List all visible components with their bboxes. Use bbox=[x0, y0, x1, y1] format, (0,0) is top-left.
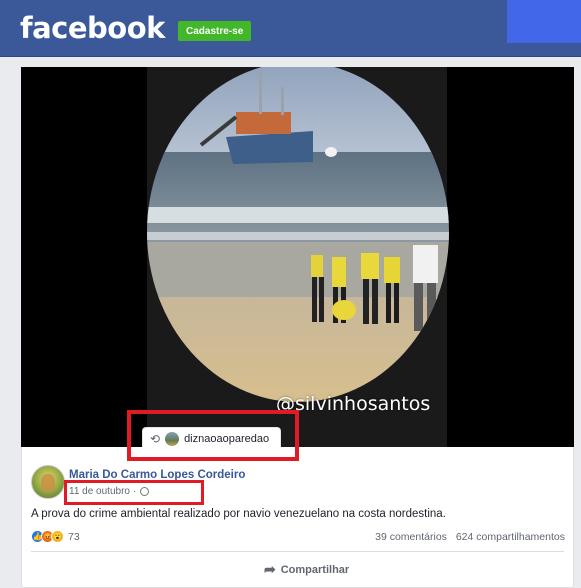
comments-count[interactable]: 39 comentários bbox=[375, 531, 447, 543]
highlight-box-date bbox=[64, 480, 204, 505]
reaction-count: 73 bbox=[68, 530, 80, 543]
post-text: A prova do crime ambiental realizado por… bbox=[31, 508, 446, 520]
video-player[interactable]: @silvinhosantos ⟲ diznaoaoparedao bbox=[21, 67, 574, 447]
header-color-block bbox=[507, 0, 581, 43]
share-label: Compartilhar bbox=[280, 563, 350, 576]
post-stats: 39 comentários 624 compartilhamentos bbox=[375, 531, 565, 543]
facebook-logo[interactable]: facebook bbox=[20, 11, 165, 45]
reactions-summary[interactable]: 👍 😡 😮 73 bbox=[31, 530, 80, 543]
share-arrow-icon: ➦ bbox=[264, 561, 276, 577]
top-bar: facebook Cadastre-se bbox=[0, 0, 581, 57]
actions-divider bbox=[31, 551, 564, 552]
video-frame bbox=[21, 67, 574, 447]
video-watermark: @silvinhosantos bbox=[276, 393, 431, 415]
wow-reaction-icon: 😮 bbox=[51, 530, 64, 543]
shares-count[interactable]: 624 compartilhamentos bbox=[456, 531, 565, 543]
highlight-box-repost bbox=[127, 410, 299, 461]
avatar[interactable] bbox=[31, 465, 65, 499]
share-button[interactable]: ➦ Compartilhar bbox=[264, 561, 349, 578]
signup-button[interactable]: Cadastre-se bbox=[178, 21, 252, 41]
